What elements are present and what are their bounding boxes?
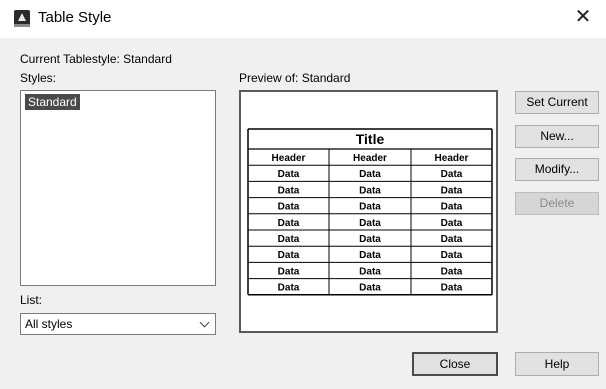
styles-list-item-standard[interactable]: Standard	[25, 94, 80, 110]
preview-data-cell: Data	[278, 250, 300, 261]
close-icon[interactable]: ✕	[572, 6, 594, 28]
preview-data-cell: Data	[278, 169, 300, 180]
preview-label: Preview of: Standard	[239, 71, 351, 85]
preview-data-cell: Data	[359, 250, 381, 261]
preview-data-cell: Data	[278, 234, 300, 245]
title-bar: Table Style ✕	[0, 0, 606, 38]
preview-data-cell: Data	[441, 218, 463, 229]
chevron-down-icon	[199, 317, 210, 328]
preview-data-cell: Data	[359, 234, 381, 245]
close-button[interactable]: Close	[412, 352, 498, 376]
preview-header-cell: Header	[435, 153, 469, 164]
new-button[interactable]: New...	[515, 125, 599, 148]
preview-header-cell: Header	[353, 153, 387, 164]
window-title: Table Style	[38, 9, 112, 26]
preview-data-cell: Data	[278, 202, 300, 213]
list-label: List:	[20, 293, 43, 307]
preview-data-cell: Data	[278, 218, 300, 229]
delete-button[interactable]: Delete	[515, 192, 599, 215]
preview-data-cell: Data	[441, 234, 463, 245]
preview-data-cell: Data	[278, 283, 300, 294]
preview-data-cell: Data	[441, 250, 463, 261]
preview-data-cell: Data	[359, 283, 381, 294]
preview-data-cell: Data	[441, 283, 463, 294]
autocad-app-icon	[14, 10, 30, 27]
preview-data-cell: Data	[278, 266, 300, 277]
set-current-button[interactable]: Set Current	[515, 91, 599, 114]
preview-table-graphic: Title Header Header Header Data Data Data Data D…	[247, 128, 493, 296]
styles-label: Styles:	[20, 71, 57, 85]
preview-data-cell: Data	[359, 202, 381, 213]
preview-data-cell: Data	[441, 185, 463, 196]
preview-data-cell: Data	[359, 218, 381, 229]
styles-listbox[interactable]: Standard	[20, 90, 216, 286]
current-tablestyle-label: Current Tablestyle: Standard	[20, 52, 172, 66]
preview-data-cell: Data	[278, 185, 300, 196]
preview-data-cell: Data	[359, 185, 381, 196]
preview-data-cell: Data	[441, 202, 463, 213]
preview-data-cell: Data	[359, 169, 381, 180]
modify-button[interactable]: Modify...	[515, 158, 599, 181]
preview-data-cell: Data	[441, 266, 463, 277]
preview-table-title: Title	[356, 131, 385, 147]
preview-header-cell: Header	[272, 153, 306, 164]
preview-data-cell: Data	[359, 266, 381, 277]
help-button[interactable]: Help	[515, 352, 599, 376]
list-filter-value: All styles	[25, 317, 73, 331]
list-filter-dropdown[interactable]: All styles	[20, 313, 216, 335]
style-preview-panel: Title Header Header Header Data Data Data Data D…	[239, 90, 498, 333]
preview-data-cell: Data	[441, 169, 463, 180]
